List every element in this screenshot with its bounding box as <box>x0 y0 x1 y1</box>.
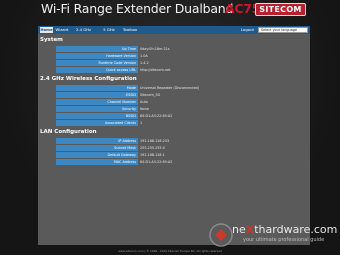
section-title-24ghz: 2.4 GHz Wireless Configuration <box>40 76 137 82</box>
row-label: IP Address <box>56 138 138 144</box>
status-content: System Up Time 0day:0h:16m:21s Hardware … <box>38 34 310 245</box>
row-label: Quick access URL <box>56 67 138 73</box>
tab-24ghz-wireless[interactable]: 2.4 GHz Wireless <box>71 27 96 38</box>
status-row: Associated Clients 1 <box>56 120 306 126</box>
watermark-text-a: ne <box>232 223 246 236</box>
row-label: Default Gateway <box>56 152 138 158</box>
status-row: Default Gateway 192.168.128.1 <box>56 152 306 158</box>
status-row: Up Time 0day:0h:16m:21s <box>56 46 306 52</box>
status-row: BSSID 64:D1:A3:22:65:A2 <box>56 113 306 119</box>
row-value: http://sitecom.net <box>140 68 171 72</box>
watermark-logo-icon <box>209 223 233 247</box>
tab-5ghz-wireless[interactable]: 5 GHz Wireless <box>98 27 120 38</box>
row-value: 192.168.128.1 <box>140 153 165 157</box>
admin-panel: Home Wizard 2.4 GHz Wireless 5 GHz Wirel… <box>38 26 310 245</box>
status-row: Quick access URL http://sitecom.net <box>56 67 306 73</box>
status-row: Security None <box>56 106 306 112</box>
tab-home[interactable]: Home <box>40 27 53 33</box>
row-value: 1.4.2 <box>140 61 149 65</box>
row-value: 255.255.255.0 <box>140 146 165 150</box>
row-value: 64:D1:A3:22:65:A2 <box>140 114 173 118</box>
row-value: 1.0A <box>140 54 148 58</box>
status-row: Runtime Code Version 1.4.2 <box>56 60 306 66</box>
status-row: Mode Universal Repeater (Disconnected) <box>56 85 306 91</box>
row-label: Runtime Code Version <box>56 60 138 66</box>
watermark-text-b: thardware.com <box>254 223 338 236</box>
watermark-subtitle: your ultimate professional guide <box>243 237 325 243</box>
row-value: 64:D1:A3:22:65:A2 <box>140 160 173 164</box>
row-label: ESSID <box>56 92 138 98</box>
row-label: Up Time <box>56 46 138 52</box>
language-select[interactable]: Select your language <box>258 27 308 33</box>
row-label: MAC Address <box>56 159 138 165</box>
status-row: MAC Address 64:D1:A3:22:65:A2 <box>56 159 306 165</box>
row-label: Subnet Mask <box>56 145 138 151</box>
status-row: Channel Number Auto <box>56 99 306 105</box>
row-label: Hardware Version <box>56 53 138 59</box>
section-title-system: System <box>40 37 63 43</box>
page-title: Wi-Fi Range Extender Dualband <box>41 1 234 16</box>
row-value: Sitecom_5G <box>140 93 161 97</box>
language-select-value: Select your language <box>261 28 298 32</box>
status-row: Subnet Mask 255.255.255.0 <box>56 145 306 151</box>
logout-link[interactable]: Logout <box>241 27 254 33</box>
status-row: IP Address 192.168.128.233 <box>56 138 306 144</box>
nav-bar: Home Wizard 2.4 GHz Wireless 5 GHz Wirel… <box>38 26 310 38</box>
tab-wizard[interactable]: Wizard <box>55 27 69 33</box>
row-value: 0day:0h:16m:21s <box>140 47 170 51</box>
brand-logo-text: SITECOM <box>259 5 302 14</box>
status-row: Hardware Version 1.0A <box>56 53 306 59</box>
row-value: Universal Repeater (Disconnected) <box>140 86 200 90</box>
row-label: Mode <box>56 85 138 91</box>
row-value: 192.168.128.233 <box>140 139 170 143</box>
row-value: Auto <box>140 100 148 104</box>
row-label: BSSID <box>56 113 138 119</box>
tab-toolbox[interactable]: Toolbox <box>122 27 138 33</box>
header: Wi-Fi Range Extender Dualband AC750 SITE… <box>0 0 340 20</box>
footer-copyright: www.sitecom.com | © 1996 - 2014 Sitecom … <box>118 249 222 253</box>
row-label: Channel Number <box>56 99 138 105</box>
row-value: None <box>140 107 149 111</box>
section-title-lan: LAN Configuration <box>40 129 97 135</box>
watermark-text-x: X <box>245 223 255 236</box>
row-label: Security <box>56 106 138 112</box>
status-row: ESSID Sitecom_5G <box>56 92 306 98</box>
brand-logo: SITECOM <box>255 3 306 16</box>
row-value: 1 <box>140 121 143 125</box>
row-label: Associated Clients <box>56 120 138 126</box>
watermark-text: neXthardware.com <box>232 224 337 236</box>
